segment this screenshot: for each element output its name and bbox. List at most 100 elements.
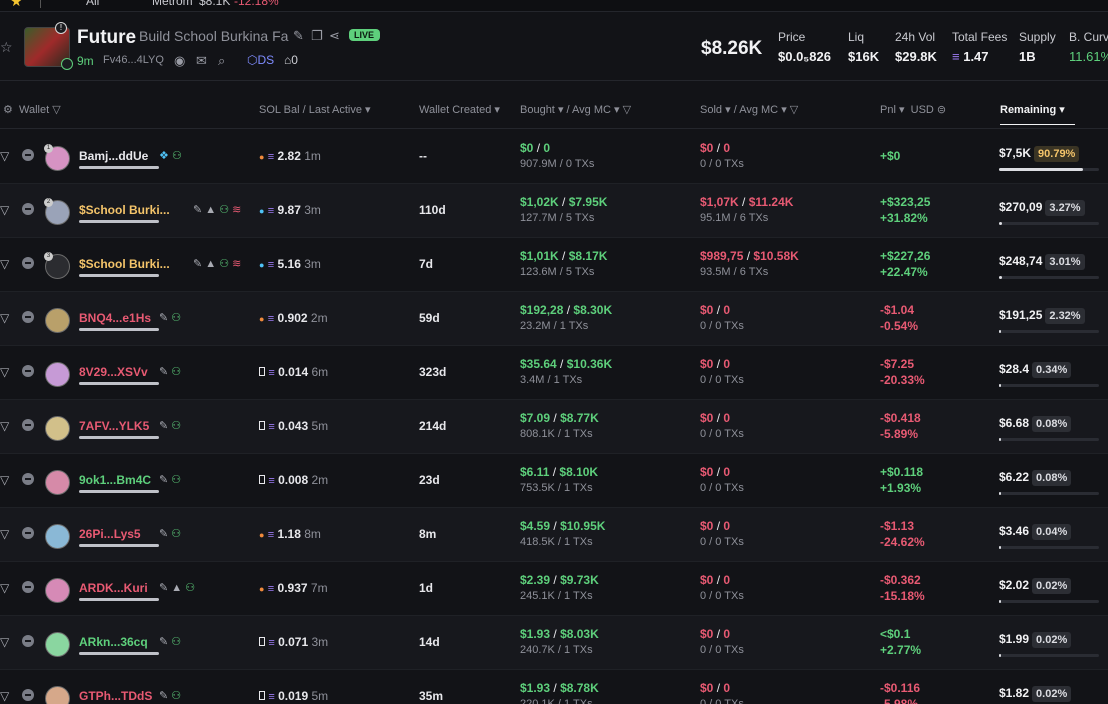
watch-token-name[interactable]: Metrom (152, 0, 193, 8)
add-user-icon[interactable]: ⚇ (171, 366, 181, 378)
edit-icon[interactable]: ✎ (159, 528, 168, 540)
avatar[interactable] (45, 632, 70, 657)
edit-icon[interactable]: ✎ (159, 420, 168, 432)
filter-icon[interactable]: ▽ (0, 257, 9, 271)
edit-icon[interactable]: ✎ (159, 366, 168, 378)
filter-icon[interactable]: ▽ (52, 104, 60, 116)
avatar[interactable] (45, 416, 70, 441)
col-pnl[interactable]: Pnl ▾ USD ⊜ (880, 103, 946, 116)
copy-icon[interactable]: ❐ (311, 28, 323, 44)
edit-icon[interactable]: ✎ (293, 28, 304, 44)
wallet-address[interactable]: ARkn...36cq (79, 635, 148, 649)
star-icon[interactable]: ★ (10, 0, 23, 10)
add-user-icon[interactable]: ⚇ (219, 204, 229, 216)
add-user-icon[interactable]: ⚇ (171, 636, 181, 648)
table-row[interactable]: ▽ 2 $School Burki... ✎ ▲ ⚇ ≋ ● ≡ 9.87 3m… (0, 184, 1108, 238)
table-row[interactable]: ▽ BNQ4...e1Hs ✎ ⚇ ● ≡ 0.902 2m 59d $192,… (0, 292, 1108, 346)
table-row[interactable]: ▽ 9ok1...Bm4C ✎ ⚇ ≡ 0.008 2m 23d $6.11 /… (0, 454, 1108, 508)
wallet-address[interactable]: GTPh...TDdS (79, 689, 152, 703)
eye-icon[interactable] (22, 527, 34, 539)
eye-icon[interactable] (22, 689, 34, 701)
eye-icon[interactable] (22, 581, 34, 593)
wallet-address[interactable]: ARDK...Kuri (79, 581, 148, 595)
edit-icon[interactable]: ✎ (159, 474, 168, 486)
add-user-icon[interactable]: ⚇ (171, 312, 181, 324)
avatar[interactable]: 1 (44, 144, 70, 171)
table-row[interactable]: ▽ 1 Bamj...ddUe ❖ ⚇ ● ≡ 2.82 1m -- $0 / … (0, 130, 1108, 184)
filter-icon[interactable]: ▽ (0, 311, 9, 325)
filter-icon[interactable]: ▽ (0, 527, 9, 541)
wallet-address[interactable]: Bamj...ddUe (79, 149, 148, 163)
wallet-address[interactable]: 8V29...XSVv (79, 365, 148, 379)
filter-icon[interactable]: ▽ (623, 104, 631, 116)
token-image[interactable]: ! (24, 22, 73, 70)
col-bought[interactable]: Bought ▾ / Avg MC ▾ ▽ (520, 103, 631, 116)
eye-icon[interactable] (22, 257, 34, 269)
avatar[interactable] (45, 686, 70, 704)
filter-icon[interactable]: ▽ (790, 104, 798, 116)
eye-icon[interactable] (22, 365, 34, 377)
search-icon[interactable]: ⌕ (218, 53, 225, 69)
filter-all[interactable]: All (86, 0, 99, 8)
avatar[interactable] (45, 524, 70, 549)
add-user-icon[interactable]: ⚇ (171, 474, 181, 486)
add-user-icon[interactable]: ⚇ (171, 690, 181, 702)
avatar[interactable] (45, 362, 70, 387)
eye-icon[interactable] (22, 311, 34, 323)
edit-icon[interactable]: ✎ (159, 636, 168, 648)
table-row[interactable]: ▽ ARDK...Kuri ✎ ▲ ⚇ ● ≡ 0.937 7m 1d $2.3… (0, 562, 1108, 616)
wallet-address[interactable]: 7AFV...YLK5 (79, 419, 149, 433)
website-icon[interactable]: ◉ (174, 53, 185, 69)
telegram-icon[interactable]: ✉ (196, 53, 207, 69)
edit-icon[interactable]: ✎ (159, 582, 168, 594)
filter-icon[interactable]: ▽ (0, 149, 9, 163)
eye-icon[interactable] (22, 473, 34, 485)
filter-icon[interactable]: ▽ (0, 203, 9, 217)
add-user-icon[interactable]: ⚇ (219, 258, 229, 270)
filter-icon[interactable]: ▽ (0, 635, 9, 649)
contract-address[interactable]: Fv46...4LYQ (103, 54, 164, 66)
eye-icon[interactable] (22, 419, 34, 431)
settings-icon[interactable]: ⚙ (3, 103, 13, 116)
table-row[interactable]: ▽ 8V29...XSVv ✎ ⚇ ≡ 0.014 6m 323d $35.64… (0, 346, 1108, 400)
table-row[interactable]: ▽ 26Pi...Lys5 ✎ ⚇ ● ≡ 1.18 8m 8m $4.59 /… (0, 508, 1108, 562)
col-wallet[interactable]: Wallet ▽ (19, 103, 61, 116)
avatar[interactable]: 3 (44, 252, 70, 279)
edit-icon[interactable]: ✎ (193, 258, 202, 270)
share-icon[interactable]: ⋖ (329, 28, 340, 44)
eye-icon[interactable] (22, 635, 34, 647)
table-row[interactable]: ▽ 7AFV...YLK5 ✎ ⚇ ≡ 0.043 5m 214d $7.09 … (0, 400, 1108, 454)
wallet-address[interactable]: BNQ4...e1Hs (79, 311, 151, 325)
avatar[interactable]: 2 (44, 198, 70, 225)
filter-icon[interactable]: ▽ (0, 581, 9, 595)
filter-icon[interactable]: ▽ (0, 689, 9, 703)
edit-icon[interactable]: ✎ (159, 690, 168, 702)
col-sol-bal[interactable]: SOL Bal / Last Active ▾ (259, 103, 371, 116)
eye-icon[interactable] (22, 149, 34, 161)
add-user-icon[interactable]: ⚇ (171, 528, 181, 540)
col-sold[interactable]: Sold ▾ / Avg MC ▾ ▽ (700, 103, 798, 116)
favorite-star-icon[interactable]: ☆ (0, 39, 13, 56)
edit-icon[interactable]: ✎ (159, 312, 168, 324)
add-user-icon[interactable]: ⚇ (172, 150, 182, 162)
wallet-address[interactable]: $School Burki... (79, 203, 170, 217)
avatar[interactable] (45, 578, 70, 603)
eye-icon[interactable] (22, 203, 34, 215)
currency-toggle-icon[interactable]: ⊜ (937, 104, 946, 116)
add-user-icon[interactable]: ⚇ (171, 420, 181, 432)
avatar[interactable] (45, 308, 70, 333)
add-user-icon[interactable]: ⚇ (185, 582, 195, 594)
filter-icon[interactable]: ▽ (0, 419, 9, 433)
table-row[interactable]: ▽ 3 $School Burki... ✎ ▲ ⚇ ≋ ● ≡ 5.16 3m… (0, 238, 1108, 292)
col-remaining[interactable]: Remaining ▾ (1000, 103, 1075, 125)
wallet-address[interactable]: $School Burki... (79, 257, 170, 271)
table-row[interactable]: ▽ GTPh...TDdS ✎ ⚇ ≡ 0.019 5m 35m $1.93 /… (0, 670, 1108, 704)
col-wallet-created[interactable]: Wallet Created ▾ (419, 103, 500, 116)
filter-icon[interactable]: ▽ (0, 365, 9, 379)
avatar[interactable] (45, 470, 70, 495)
dexscreener-link[interactable]: ⬡DS (247, 53, 274, 67)
edit-icon[interactable]: ✎ (193, 204, 202, 216)
wallet-address[interactable]: 26Pi...Lys5 (79, 527, 141, 541)
filter-icon[interactable]: ▽ (0, 473, 9, 487)
table-row[interactable]: ▽ ARkn...36cq ✎ ⚇ ≡ 0.071 3m 14d $1.93 /… (0, 616, 1108, 670)
